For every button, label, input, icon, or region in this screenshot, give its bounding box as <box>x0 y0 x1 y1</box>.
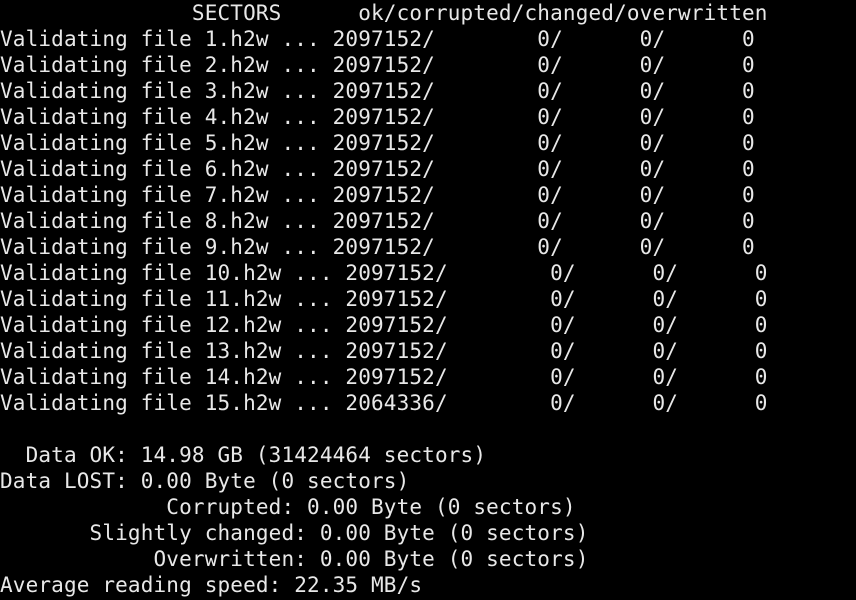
terminal-line-file-2: Validating file 2.h2w ... 2097152/ 0/ 0/… <box>0 53 755 77</box>
terminal-line-data-lost: Data LOST: 0.00 Byte (0 sectors) <box>0 469 410 493</box>
terminal-line-file-14: Validating file 14.h2w ... 2097152/ 0/ 0… <box>0 365 768 389</box>
terminal-line-average-speed: Average reading speed: 22.35 MB/s <box>0 573 423 597</box>
terminal-line-file-13: Validating file 13.h2w ... 2097152/ 0/ 0… <box>0 339 768 363</box>
terminal-line-file-5: Validating file 5.h2w ... 2097152/ 0/ 0/… <box>0 131 755 155</box>
terminal-line-slightly-changed: Slightly changed: 0.00 Byte (0 sectors) <box>0 521 589 545</box>
terminal-line-file-3: Validating file 3.h2w ... 2097152/ 0/ 0/… <box>0 79 755 103</box>
terminal-line-file-1: Validating file 1.h2w ... 2097152/ 0/ 0/… <box>0 27 755 51</box>
terminal-line-file-15: Validating file 15.h2w ... 2064336/ 0/ 0… <box>0 391 768 415</box>
terminal-line-file-11: Validating file 11.h2w ... 2097152/ 0/ 0… <box>0 287 768 311</box>
terminal-line-file-9: Validating file 9.h2w ... 2097152/ 0/ 0/… <box>0 235 755 259</box>
terminal-line-file-4: Validating file 4.h2w ... 2097152/ 0/ 0/… <box>0 105 755 129</box>
terminal-line-file-10: Validating file 10.h2w ... 2097152/ 0/ 0… <box>0 261 768 285</box>
terminal-line-corrupted: Corrupted: 0.00 Byte (0 sectors) <box>0 495 576 519</box>
terminal-output: SECTORS ok/corrupted/changed/overwritten… <box>0 0 856 600</box>
terminal-line-overwritten: Overwritten: 0.00 Byte (0 sectors) <box>0 547 589 571</box>
terminal-line-file-8: Validating file 8.h2w ... 2097152/ 0/ 0/… <box>0 209 755 233</box>
terminal-line-file-6: Validating file 6.h2w ... 2097152/ 0/ 0/… <box>0 157 755 181</box>
terminal-line-file-12: Validating file 12.h2w ... 2097152/ 0/ 0… <box>0 313 768 337</box>
terminal-line-file-7: Validating file 7.h2w ... 2097152/ 0/ 0/… <box>0 183 755 207</box>
terminal-line-data-ok: Data OK: 14.98 GB (31424464 sectors) <box>0 443 487 467</box>
terminal-line-header: SECTORS ok/corrupted/changed/overwritten <box>0 1 768 25</box>
